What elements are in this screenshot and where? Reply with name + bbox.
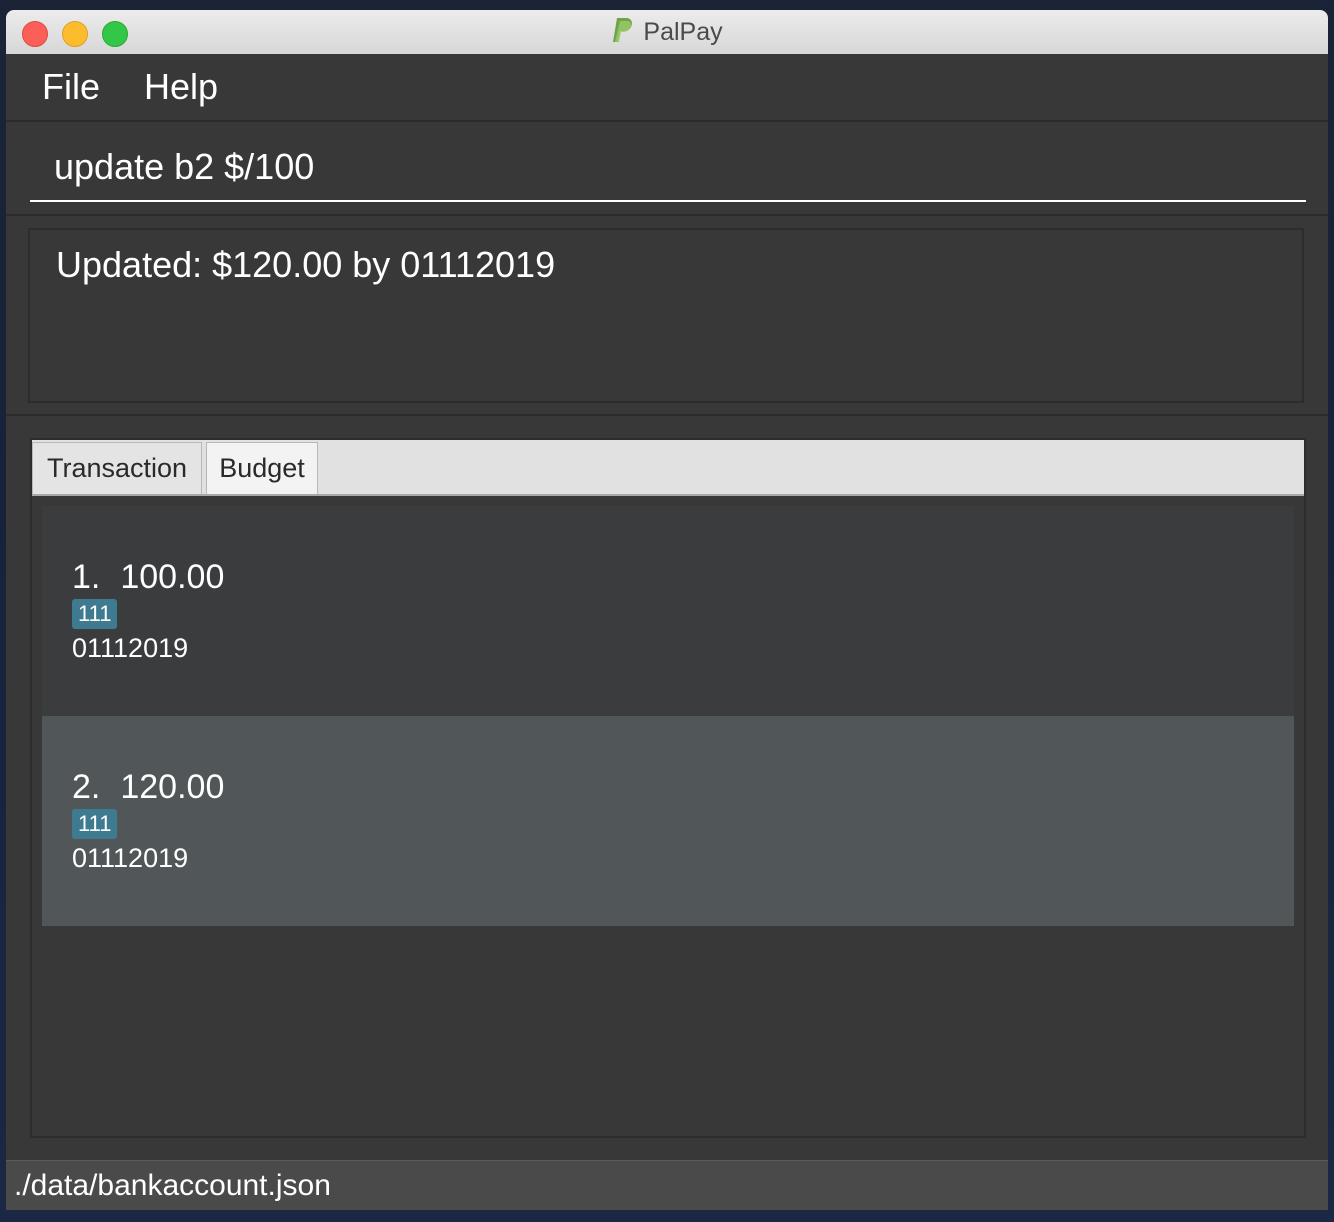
result-display-area: Updated: $120.00 by 01112019 — [6, 216, 1328, 416]
menu-file[interactable]: File — [42, 66, 100, 108]
save-file-path: ./data/bankaccount.json — [14, 1169, 331, 1202]
budget-date: 01112019 — [72, 633, 189, 663]
budget-tag: 111 — [72, 599, 118, 629]
budget-index: 1. — [72, 558, 101, 596]
budget-list[interactable]: 1. 100.00 111 01112019 2. 120.00 111 01112… — [42, 506, 1294, 926]
menu-help[interactable]: Help — [144, 66, 218, 108]
command-box — [6, 122, 1328, 216]
budget-tag: 111 — [72, 809, 118, 839]
command-input[interactable] — [30, 134, 1306, 202]
budget-title: 1. 100.00 — [72, 558, 224, 597]
title-bar: PalPay — [6, 10, 1328, 55]
budget-title: 2. 120.00 — [72, 768, 224, 807]
window-title: PalPay — [643, 17, 723, 46]
budget-amount: 100.00 — [120, 558, 225, 596]
budget-index: 2. — [72, 768, 101, 806]
menu-bar: File Help — [6, 54, 1328, 122]
tab-transaction[interactable]: Transaction — [32, 442, 202, 494]
app-window: PalPay File Help Updated: $120.00 by 011… — [6, 10, 1328, 1210]
tab-header: Transaction Budget — [32, 440, 1304, 496]
budget-card-selected[interactable]: 2. 120.00 111 01112019 — [42, 716, 1294, 926]
paypal-logo-icon — [611, 16, 635, 49]
status-bar: ./data/bankaccount.json — [6, 1160, 1328, 1210]
tab-budget[interactable]: Budget — [206, 442, 318, 494]
budget-card[interactable]: 1. 100.00 111 01112019 — [42, 506, 1294, 716]
budget-amount: 120.00 — [120, 768, 225, 806]
result-display: Updated: $120.00 by 01112019 — [28, 228, 1304, 403]
tab-pane: Transaction Budget 1. 100.00 111 01112019… — [30, 438, 1306, 1138]
result-message: Updated: $120.00 by 01112019 — [56, 244, 556, 285]
budget-date: 01112019 — [72, 843, 189, 873]
